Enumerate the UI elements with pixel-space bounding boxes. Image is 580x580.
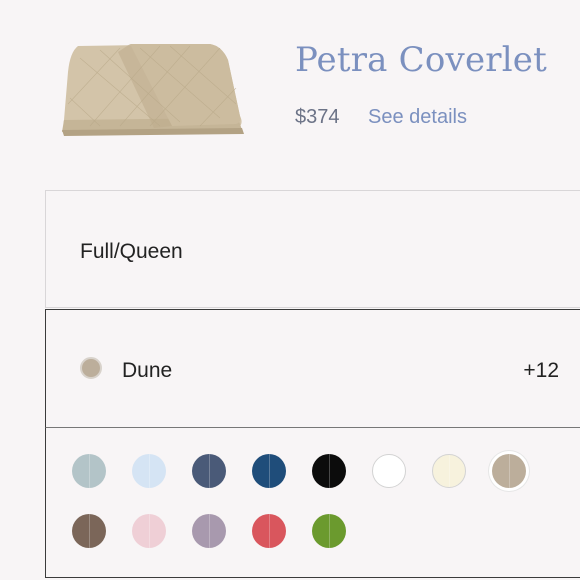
product-title: Petra Coverlet	[295, 40, 547, 80]
color-swatch-light-blue-gray[interactable]	[72, 454, 106, 488]
color-swatch-pale-blue[interactable]	[132, 454, 166, 488]
color-swatch-black[interactable]	[312, 454, 346, 488]
color-swatch-brown[interactable]	[72, 514, 106, 548]
size-selector[interactable]: Full/Queen	[45, 190, 580, 308]
color-swatch-red[interactable]	[252, 514, 286, 548]
color-swatch-blush-pink[interactable]	[132, 514, 166, 548]
color-swatch-white[interactable]	[372, 454, 406, 488]
selected-color-label: Dune	[122, 359, 173, 382]
color-swatch-ivory[interactable]	[432, 454, 466, 488]
more-colors-count: +12	[523, 359, 559, 382]
color-selector[interactable]: Dune +12	[45, 309, 580, 428]
color-swatch-lavender-gray[interactable]	[192, 514, 226, 548]
product-price: $374	[295, 106, 340, 128]
see-details-link[interactable]: See details	[368, 106, 467, 129]
color-swatch-dune[interactable]	[492, 454, 526, 488]
color-swatch-green[interactable]	[312, 514, 346, 548]
color-swatch-navy-blue[interactable]	[252, 454, 286, 488]
color-swatch-panel	[45, 428, 580, 578]
selected-color-swatch	[80, 357, 102, 379]
color-swatch-slate-navy[interactable]	[192, 454, 226, 488]
selected-size-label: Full/Queen	[80, 240, 183, 263]
coverlet-product-image	[62, 44, 244, 136]
